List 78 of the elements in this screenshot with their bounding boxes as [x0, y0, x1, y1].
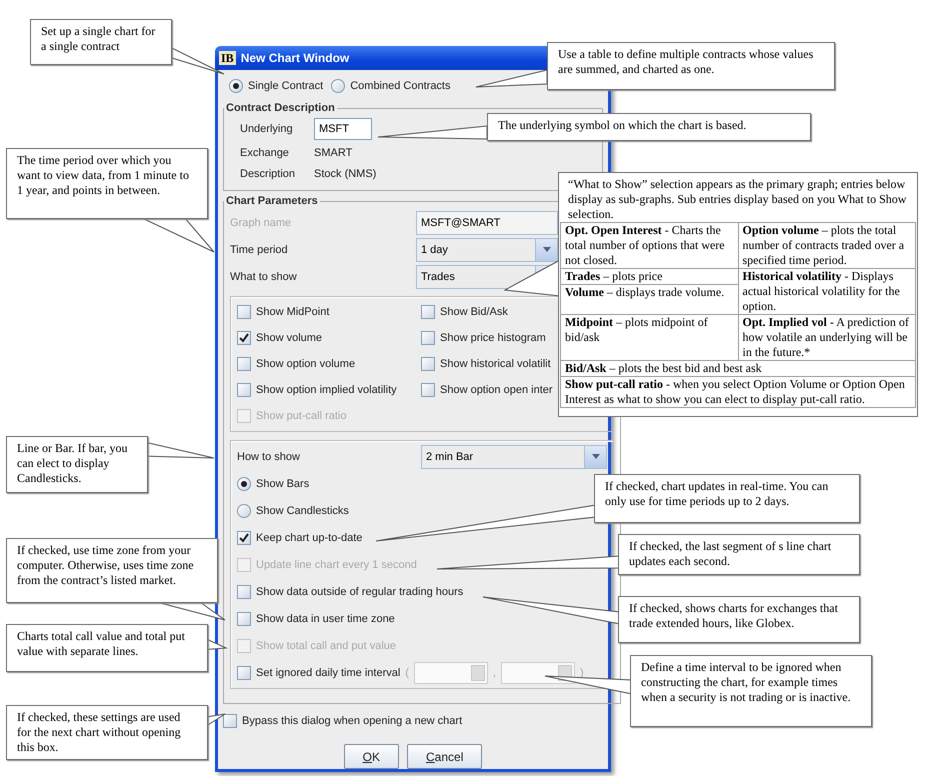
separator: , — [492, 666, 496, 678]
dropdown[interactable]: 2 min Bar — [421, 444, 607, 468]
table-cell: Midpoint – plots midpoint of bid/ask — [560, 314, 738, 360]
checkbox[interactable] — [237, 530, 251, 544]
field-label: Exchange — [240, 146, 289, 158]
checkbox-label: Show total call and put value — [256, 640, 396, 652]
table-cell: Bid/Ask – plots the best bid and best ask — [560, 360, 916, 376]
checkbox[interactable] — [237, 383, 251, 397]
field-value: Stock (NMS) — [314, 168, 376, 180]
callout-note: Charts total call value and total put value with separate lines. — [6, 624, 208, 672]
checkbox-label: Show volume — [256, 332, 322, 344]
bracket: ( — [405, 666, 409, 678]
radio-label: Combined Contracts — [350, 80, 450, 92]
cell-text: Trades – plots price — [561, 269, 738, 285]
checkbox[interactable] — [237, 612, 251, 626]
checkbox[interactable] — [421, 305, 435, 319]
field-label: Graph name — [230, 216, 292, 228]
cell-text: Volume – displays trade volume. — [564, 285, 726, 300]
checkbox[interactable] — [421, 383, 435, 397]
time-field[interactable] — [414, 662, 488, 684]
checkbox[interactable] — [421, 357, 435, 371]
checkbox[interactable] — [237, 584, 251, 598]
callout-text: “What to Show” selection appears as the primary graph; entries below display as sub-graphs. Sub entries display based on you What to Show selection. — [567, 177, 908, 222]
radio-label: Show Candlesticks — [256, 504, 349, 516]
callout-note: Line or Bar. If bar, you can elect to display Candlesticks. — [6, 436, 148, 493]
window-title: New Chart Window — [240, 51, 350, 65]
radio-button[interactable] — [331, 79, 346, 93]
checkbox[interactable] — [237, 305, 251, 319]
field-label: Description — [240, 168, 296, 180]
table-cell: Show put-call ratio - when you select Option Volume or Option Open Interest as what to show you can elect to display put-call ratio. — [560, 376, 916, 408]
checkbox-label: Show data in user time zone — [256, 612, 395, 624]
callout-note: If checked, the last segment of s line chart updates each second. — [618, 534, 860, 575]
table-cell: Opt. Open Interest - Charts the total number of options that were not closed. — [560, 222, 738, 268]
radio-button[interactable] — [237, 476, 251, 490]
checkbox-label: Show put-call ratio — [256, 410, 346, 422]
underlying-field[interactable]: MSFT — [314, 118, 372, 140]
group-title: Contract Description — [225, 102, 336, 114]
checkbox-label: Show MidPoint — [256, 306, 330, 318]
checkbox-label: Show option volume — [256, 358, 356, 370]
checkbox-label: Bypass this dialog when opening a new chart — [242, 715, 462, 727]
table-cell: Option volume – plots the total number of contracts traded over a specified time period. — [738, 222, 916, 268]
checkbox[interactable] — [237, 331, 251, 345]
radio-label: Show Bars — [256, 478, 310, 490]
table-cell: Opt. Implied vol - A prediction of how volatile an underlying will be in the future.* — [738, 314, 916, 360]
checkbox-label: Set ignored daily time interval — [256, 666, 400, 678]
checkbox-label: Update line chart every 1 second — [256, 558, 417, 570]
dropdown[interactable]: 1 day — [416, 238, 558, 262]
cancel-button[interactable]: Cancel — [407, 744, 482, 769]
field-label: Time period — [230, 244, 288, 256]
table-cell: Historical volatility - Displays actual historical volatility for the option. — [738, 268, 916, 314]
field-label: How to show — [237, 450, 300, 462]
checkbox[interactable] — [223, 714, 237, 728]
time-field[interactable] — [501, 662, 576, 684]
checkbox-label: Show data outside of regular trading hours — [256, 586, 464, 598]
field-label: What to show — [230, 270, 297, 282]
radio-label: Single Contract — [248, 80, 324, 92]
checkbox-label: Show option implied volatility — [256, 384, 397, 396]
callout-note: Set up a single chart for a single contract — [30, 19, 172, 65]
field-value: SMART — [314, 146, 352, 158]
checkbox[interactable] — [237, 357, 251, 371]
field-label: Underlying — [240, 123, 293, 135]
radio-button[interactable] — [229, 79, 243, 93]
checkbox-label: Keep chart up-to-date — [256, 532, 362, 544]
callout-note: If checked, chart updates in real-time. You can only use for time periods up to 2 days. — [594, 474, 860, 523]
checkbox-label: Show price histogram — [440, 332, 546, 344]
callout-note: Use a table to define multiple contracts whose values are summed, and charted as one. — [547, 42, 835, 90]
callout-note: If checked, these settings are used for the next chart without opening this box. — [6, 705, 208, 760]
ok-button[interactable]: OK — [344, 744, 399, 769]
group-title: Chart Parameters — [225, 195, 319, 207]
checkbox[interactable] — [421, 331, 435, 345]
checkbox-label: Show historical volatilit — [440, 358, 551, 370]
app-icon: IB — [219, 51, 236, 65]
radio-button[interactable] — [237, 504, 251, 518]
checkbox[interactable] — [237, 666, 251, 680]
callout-note: Define a time interval to be ignored when constructing the chart, for example times when a security is not trading or is inactive. — [630, 655, 872, 727]
callout-pointer — [476, 69, 548, 88]
checkbox-label: Show Bid/Ask — [440, 306, 508, 318]
checkbox-label: Show option open inter — [440, 384, 553, 396]
